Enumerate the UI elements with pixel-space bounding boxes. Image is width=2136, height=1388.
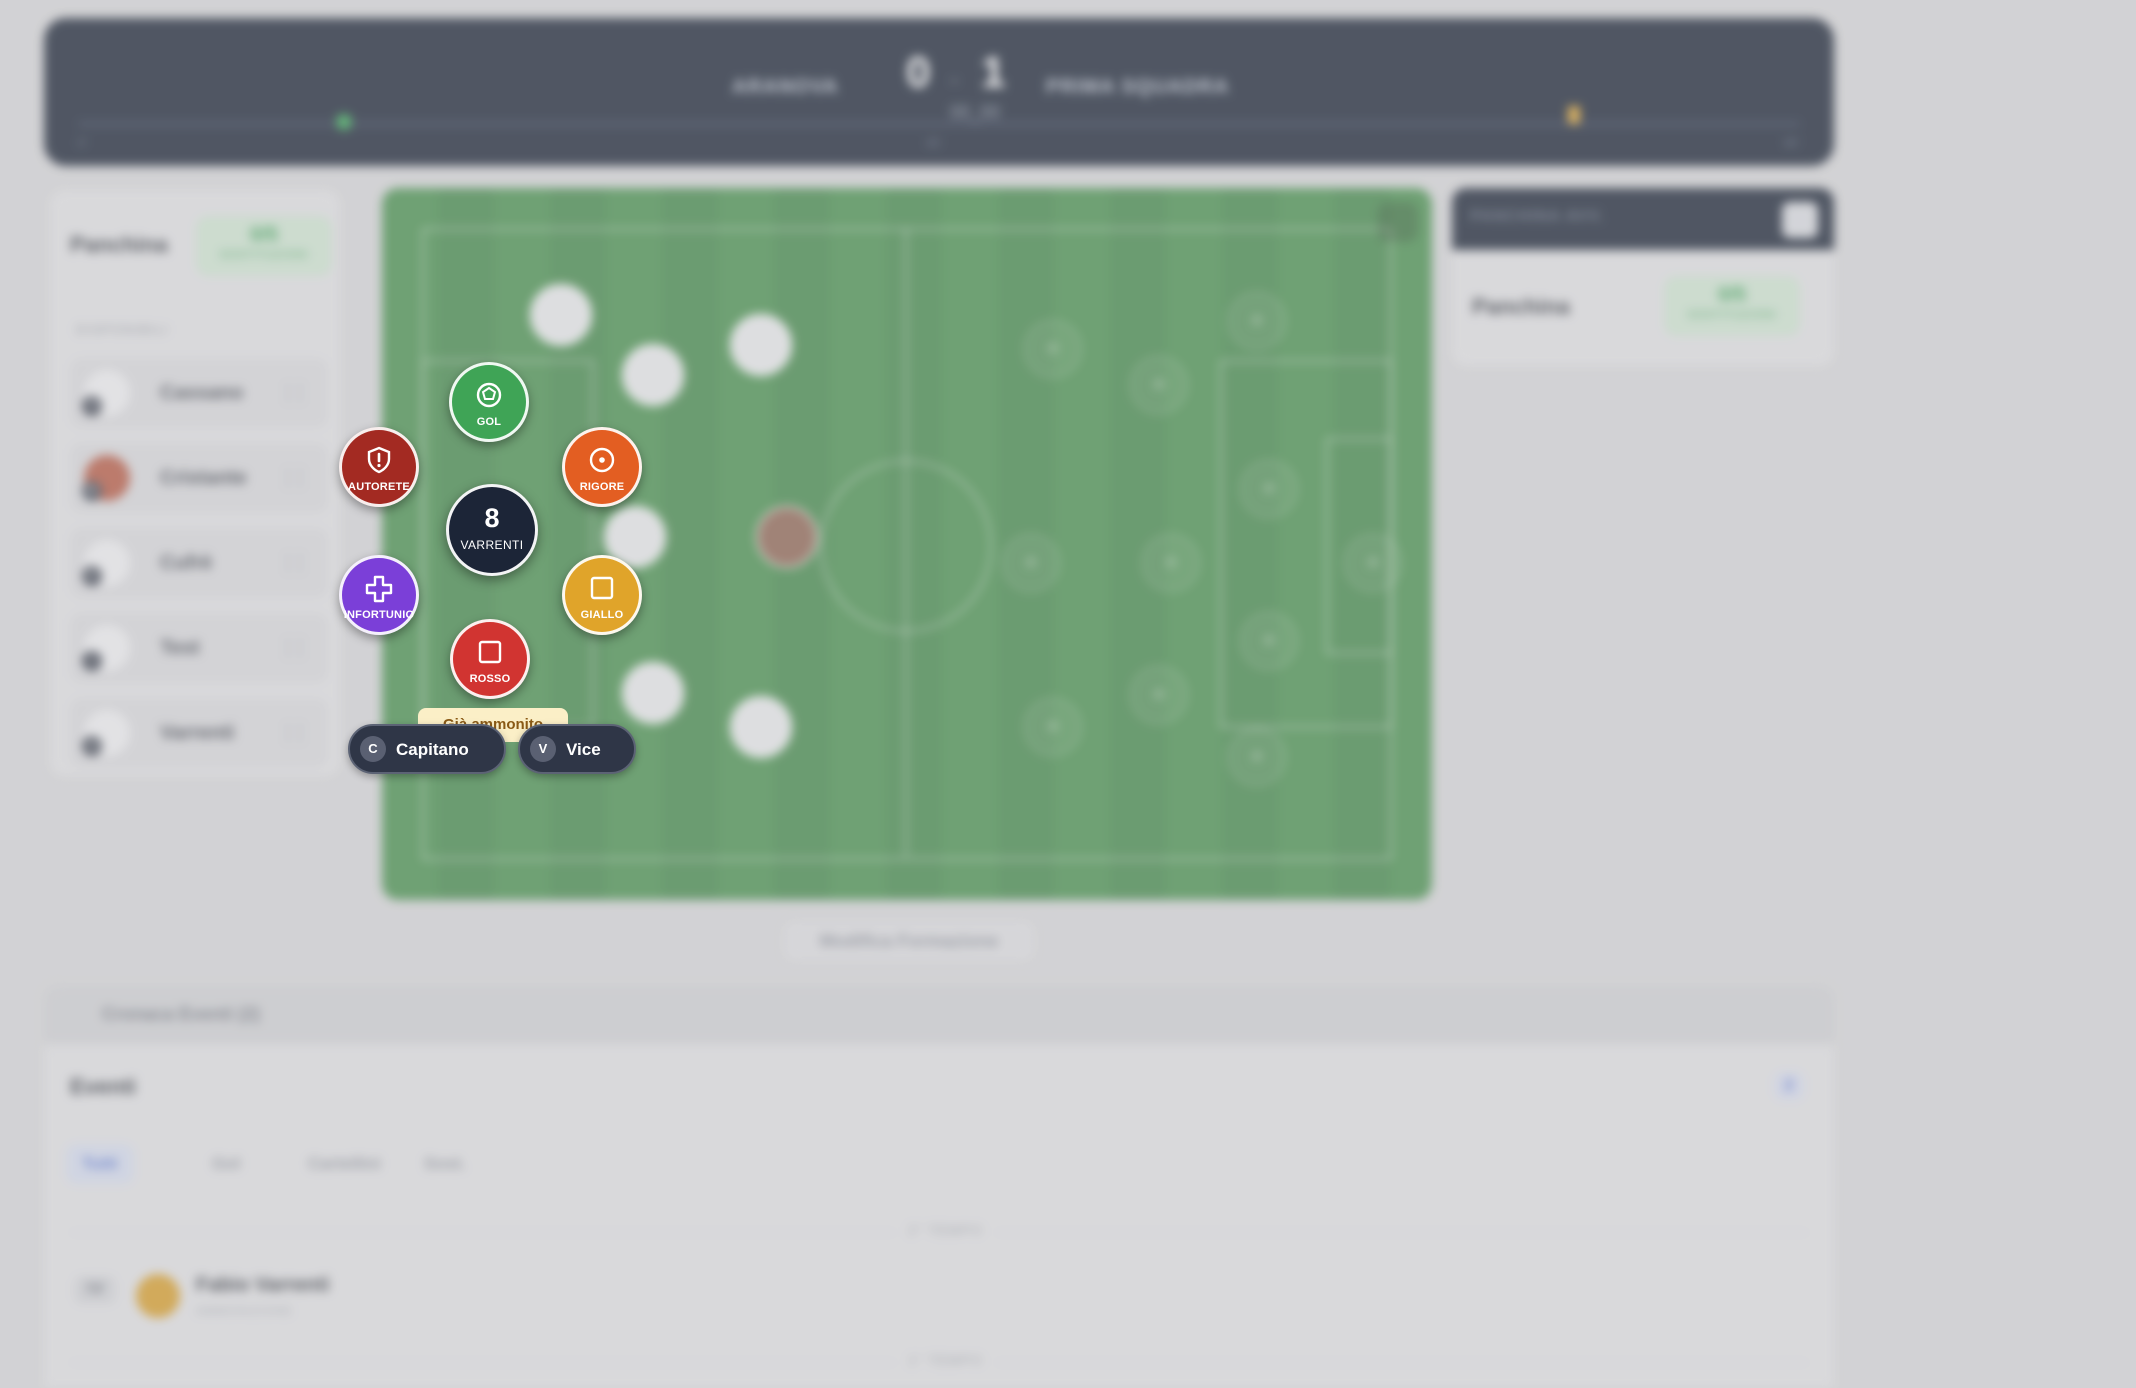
captain-button[interactable]: C Capitano (348, 724, 506, 774)
medical-cross-icon (365, 575, 393, 603)
penalty-spot-icon (589, 447, 615, 473)
infortunio-button[interactable]: INFORTUNIO (339, 555, 419, 635)
modal-backdrop[interactable] (0, 0, 2136, 1388)
rigore-label: RIGORE (579, 481, 625, 493)
captain-label: Capitano (396, 740, 469, 759)
giallo-button[interactable]: GIALLO (562, 555, 642, 635)
autorete-label: AUTORETE (348, 481, 410, 493)
yellow-card-icon (590, 576, 614, 600)
captain-letter: C (360, 736, 386, 762)
infortunio-label: INFORTUNIO (343, 609, 415, 621)
shield-alert-icon (367, 446, 391, 474)
red-card-icon (478, 640, 502, 664)
selected-player-name: VARRENTI (460, 538, 524, 552)
rosso-label: ROSSO (469, 673, 511, 685)
rosso-button[interactable]: ROSSO (450, 619, 530, 699)
vice-label: Vice (566, 740, 601, 759)
vice-letter: V (530, 736, 556, 762)
vice-captain-button[interactable]: V Vice (518, 724, 636, 774)
goal-icon (476, 382, 502, 408)
giallo-label: GIALLO (580, 609, 624, 621)
selected-player[interactable]: 8 VARRENTI (446, 484, 538, 576)
selected-player-number: 8 (484, 503, 500, 533)
gol-button[interactable]: GOL (449, 362, 529, 442)
rigore-button[interactable]: RIGORE (562, 427, 642, 507)
gol-label: GOL (476, 416, 502, 428)
autorete-button[interactable]: AUTORETE (339, 427, 419, 507)
